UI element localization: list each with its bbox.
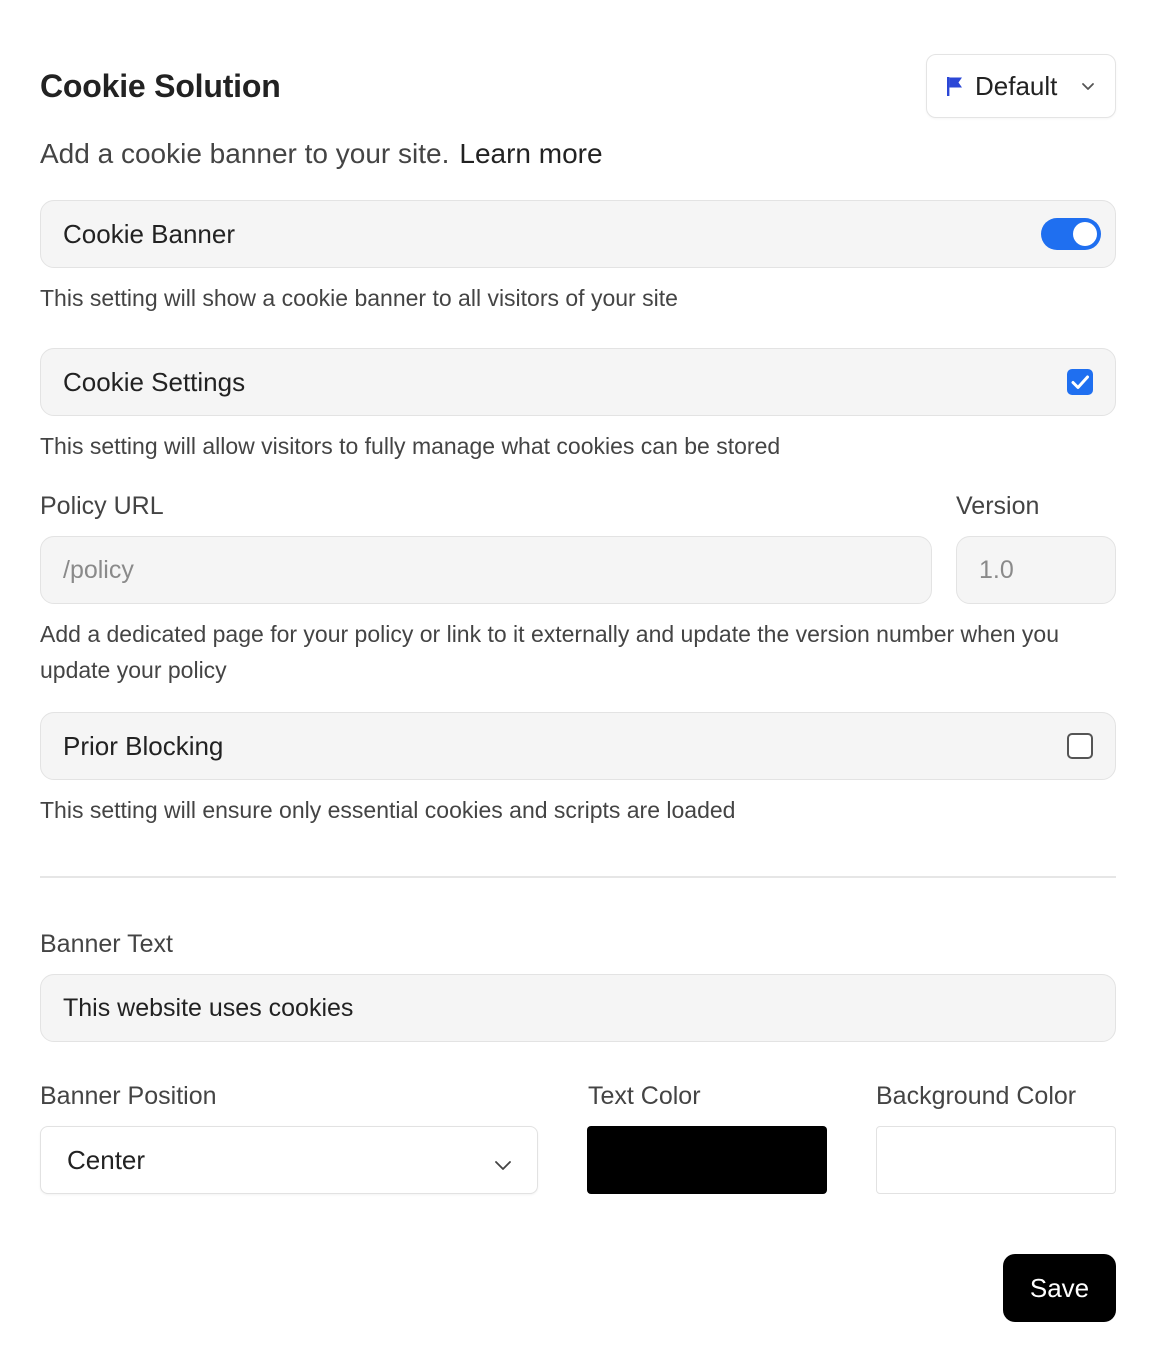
policy-url-label: Policy URL — [40, 492, 164, 520]
toggle-knob — [1073, 222, 1097, 246]
prior-blocking-checkbox[interactable] — [1067, 733, 1093, 759]
policy-url-placeholder: /policy — [63, 555, 134, 584]
text-color-label: Text Color — [588, 1082, 701, 1110]
background-color-swatch[interactable] — [876, 1126, 1116, 1194]
version-label: Version — [956, 492, 1040, 520]
locale-select-label: Default — [975, 70, 1058, 101]
banner-text-input[interactable]: This website uses cookies — [40, 974, 1116, 1042]
prior-blocking-row: Prior Blocking — [40, 712, 1116, 780]
banner-position-select[interactable]: Center — [40, 1126, 538, 1194]
banner-text-label: Banner Text — [40, 930, 173, 958]
banner-text-value: This website uses cookies — [63, 993, 354, 1022]
version-input[interactable]: 1.0 — [956, 536, 1116, 604]
cookie-solution-page: Cookie Solution Default Add a cookie ban… — [0, 0, 1160, 1360]
checkmark-icon — [1071, 375, 1089, 389]
cookie-banner-help: This setting will show a cookie banner t… — [40, 285, 678, 311]
banner-position-value: Center — [67, 1144, 146, 1175]
learn-more-link[interactable]: Learn more — [459, 138, 602, 169]
banner-position-label: Banner Position — [40, 1082, 217, 1110]
cookie-banner-toggle[interactable] — [1041, 218, 1101, 250]
page-title: Cookie Solution — [40, 68, 281, 104]
save-button[interactable]: Save — [1003, 1254, 1116, 1322]
section-divider — [40, 876, 1116, 878]
policy-url-input[interactable]: /policy — [40, 536, 932, 604]
cookie-settings-help: This setting will allow visitors to full… — [40, 433, 781, 459]
prior-blocking-label: Prior Blocking — [63, 731, 224, 761]
cookie-settings-checkbox[interactable] — [1067, 369, 1093, 395]
cookie-settings-label: Cookie Settings — [63, 367, 246, 397]
cookie-banner-label: Cookie Banner — [63, 219, 235, 249]
policy-help: Add a dedicated page for your policy or … — [40, 621, 1060, 683]
locale-select[interactable]: Default — [926, 54, 1116, 118]
background-color-label: Background Color — [876, 1082, 1077, 1110]
cookie-settings-row: Cookie Settings — [40, 348, 1116, 416]
intro-text: Add a cookie banner to your site. Learn m… — [40, 138, 603, 170]
flag-icon — [945, 75, 965, 97]
cookie-banner-row: Cookie Banner — [40, 200, 1116, 268]
version-placeholder: 1.0 — [979, 555, 1014, 584]
prior-blocking-help: This setting will ensure only essential … — [40, 797, 736, 823]
text-color-swatch[interactable] — [587, 1126, 827, 1194]
chevron-down-icon — [493, 1151, 513, 1171]
header: Cookie Solution Default — [40, 54, 1116, 118]
chevron-down-icon — [1079, 77, 1097, 95]
intro-description: Add a cookie banner to your site. — [40, 138, 450, 169]
